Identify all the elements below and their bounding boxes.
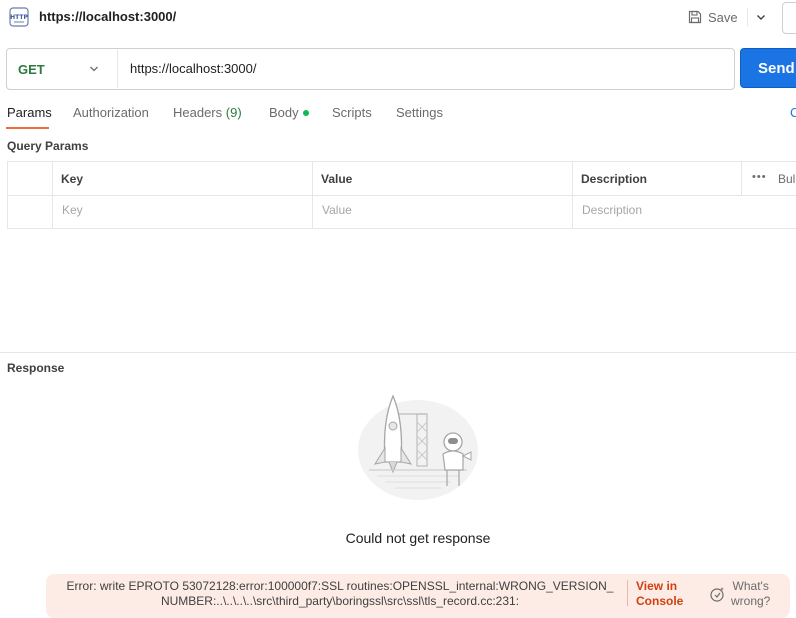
query-params-table — [7, 161, 796, 229]
rocket-astronaut-illustration — [355, 392, 481, 502]
chevron-down-icon[interactable] — [88, 63, 100, 75]
tab-body-label: Body — [269, 105, 299, 120]
cookies-link[interactable]: C — [790, 105, 796, 120]
tab-headers-label: Headers — [173, 105, 223, 120]
column-header-value: Value — [321, 172, 353, 186]
tab-body[interactable]: Body — [269, 105, 309, 120]
link-label: View in — [636, 579, 678, 593]
save-label: Save — [708, 9, 738, 25]
whats-wrong-button[interactable]: What's wrong? — [731, 579, 770, 609]
error-message: Error: write EPROTO 53072128:error:10000… — [60, 579, 620, 609]
active-tab-indicator — [6, 127, 49, 129]
svg-text:HTTP: HTTP — [10, 14, 28, 21]
save-icon — [688, 10, 702, 24]
column-divider — [741, 162, 742, 195]
method-select[interactable]: GET — [18, 62, 45, 77]
column-header-key: Key — [61, 172, 84, 186]
headers-count-badge: (9) — [225, 105, 242, 120]
value-input[interactable]: Value — [322, 203, 352, 217]
column-header-description: Description — [581, 172, 648, 186]
query-params-label: Query Params — [7, 139, 89, 153]
error-line: Error: write EPROTO 53072128:error:10000… — [66, 579, 614, 593]
bulk-edit-button[interactable]: Bul — [778, 172, 795, 186]
status-dot-icon — [302, 110, 309, 116]
button-label: What's — [732, 579, 769, 593]
divider — [117, 50, 118, 88]
empty-response-message: Could not get response — [345, 530, 491, 546]
description-input[interactable]: Description — [582, 203, 642, 217]
divider — [747, 8, 748, 26]
tab-settings[interactable]: Settings — [396, 105, 443, 120]
save-options-button[interactable] — [752, 9, 770, 25]
error-line: NUMBER:..\..\..\..\src\third_party\borin… — [160, 594, 520, 608]
view-in-console-link[interactable]: View in Console — [636, 579, 683, 609]
response-divider[interactable] — [0, 352, 796, 353]
tab-scripts[interactable]: Scripts — [332, 105, 372, 120]
tab-headers[interactable]: Headers (9) — [173, 105, 242, 120]
divider — [627, 580, 628, 606]
link-label: Console — [636, 594, 684, 608]
tab-authorization[interactable]: Authorization — [73, 105, 149, 120]
save-button[interactable]: Save — [688, 5, 738, 29]
request-title: https://localhost:3000/ — [39, 9, 177, 24]
send-button[interactable]: Send — [740, 48, 796, 88]
chevron-down-icon — [757, 15, 765, 20]
ellipsis-icon[interactable]: ••• — [752, 171, 767, 183]
share-button[interactable] — [782, 2, 796, 34]
url-input[interactable] — [124, 54, 736, 82]
response-label: Response — [7, 361, 65, 375]
tab-params[interactable]: Params — [7, 105, 52, 120]
button-label: wrong? — [731, 594, 771, 608]
row-divider — [8, 195, 796, 196]
http-request-icon: HTTP — [9, 7, 29, 27]
key-input[interactable]: Key — [62, 203, 83, 217]
sparkle-help-icon[interactable] — [709, 586, 725, 602]
